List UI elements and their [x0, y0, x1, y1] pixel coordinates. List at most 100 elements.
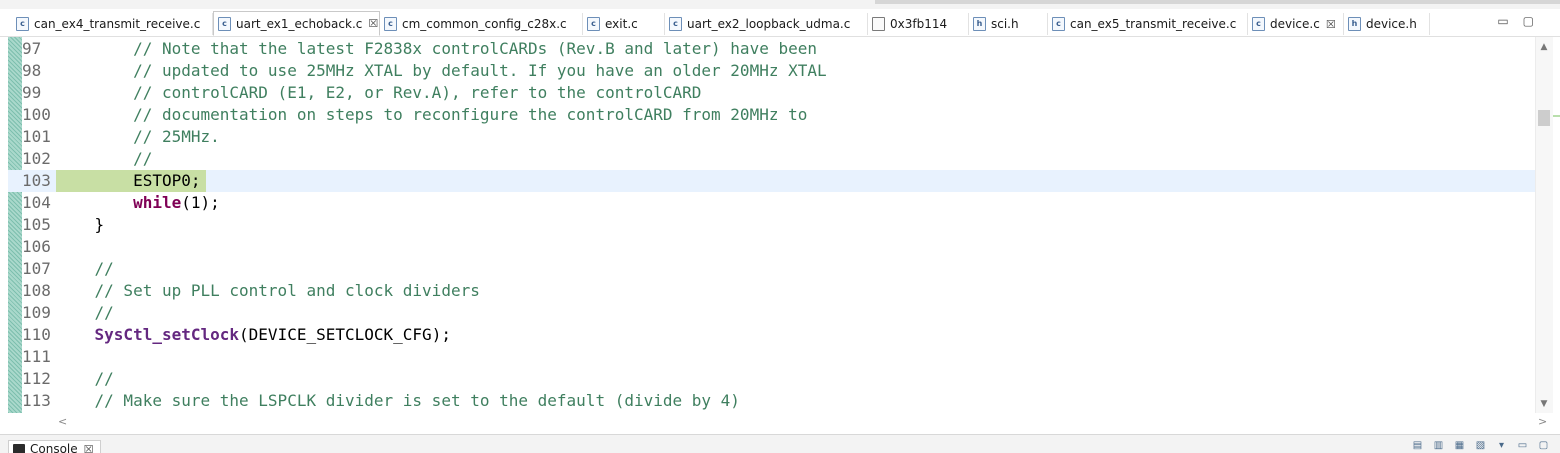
h-file-icon: h: [973, 17, 986, 31]
open-console-icon[interactable]: ▧: [1474, 439, 1487, 452]
tab-label: device.c: [1270, 17, 1320, 31]
code-text[interactable]: // Make sure the LSPCLK divider is set t…: [56, 390, 740, 412]
close-icon[interactable]: ☒: [368, 17, 378, 30]
code-token: (DEVICE_SETCLOCK_CFG);: [239, 325, 451, 344]
tab-label: cm_common_config_c28x.c: [402, 17, 567, 31]
tab-sci-h[interactable]: h sci.h: [969, 13, 1048, 35]
console-toolbar: ▤ ▥ ▦ ▧ ▾ ▭ ▢: [1411, 439, 1550, 452]
editor-horizontal-scrollbar[interactable]: < >: [48, 413, 1553, 431]
maximize-icon[interactable]: ▢: [1523, 14, 1548, 28]
c-file-icon: c: [384, 17, 397, 31]
tab-exit-c[interactable]: c exit.c: [583, 13, 665, 35]
console-tab[interactable]: Console ☒: [8, 440, 101, 453]
top-panel-scrollbar[interactable]: [875, 0, 1560, 4]
code-token: (1);: [181, 193, 220, 212]
top-panel-remnant: [0, 0, 1560, 9]
tab-uart-ex2-loopback-udma-c[interactable]: c uart_ex2_loopback_udma.c: [665, 13, 868, 35]
c-file-icon: c: [587, 17, 600, 31]
editor-tab-bar: ▭▢ c can_ex4_transmit_receive.c c uart_ex1_…: [0, 9, 1560, 37]
code-text[interactable]: // 25MHz.: [56, 126, 220, 148]
console-icon: [13, 444, 25, 453]
maximize-console-icon[interactable]: ▢: [1537, 439, 1550, 452]
code-line[interactable]: 102 //: [8, 148, 1535, 170]
code-line[interactable]: 107 //: [8, 258, 1535, 280]
tab-cm-common-config-c28x-c[interactable]: c cm_common_config_c28x.c: [380, 13, 583, 35]
comment-token: // Set up PLL control and clock dividers: [94, 281, 480, 300]
pin-console-icon[interactable]: ▦: [1453, 439, 1466, 452]
minimize-console-icon[interactable]: ▭: [1516, 439, 1529, 452]
code-line[interactable]: 112 //: [8, 368, 1535, 390]
code-line[interactable]: 98 // updated to use 25MHz XTAL by defau…: [8, 60, 1535, 82]
code-line[interactable]: 111: [8, 346, 1535, 368]
tab-label: can_ex5_transmit_receive.c: [1070, 17, 1237, 31]
code-line[interactable]: 101 // 25MHz.: [8, 126, 1535, 148]
code-line[interactable]: 109 //: [8, 302, 1535, 324]
code-line[interactable]: 104 while(1);: [8, 192, 1535, 214]
tab-label: 0x3fb114: [890, 17, 948, 31]
close-icon[interactable]: ☒: [84, 443, 94, 453]
code-text[interactable]: ESTOP0;: [56, 170, 200, 192]
code-text[interactable]: //: [56, 368, 114, 390]
code-editor[interactable]: 97 // Note that the latest F2838x contro…: [8, 37, 1535, 413]
tabbar-window-controls[interactable]: ▭▢: [1497, 14, 1548, 28]
memory-file-icon: [872, 17, 885, 31]
code-line[interactable]: 110 SysCtl_setClock(DEVICE_SETCLOCK_CFG)…: [8, 324, 1535, 346]
display-selected-console-icon[interactable]: ▥: [1432, 439, 1445, 452]
code-text[interactable]: // Note that the latest F2838x controlCA…: [56, 38, 817, 60]
console-tab-label: Console: [30, 442, 78, 453]
overview-ruler-mark[interactable]: [1553, 115, 1560, 117]
line-number: 106: [22, 237, 51, 256]
tab-label: exit.c: [605, 17, 638, 31]
copy-icon[interactable]: ▤: [1411, 439, 1424, 452]
c-file-icon: c: [1052, 17, 1065, 31]
tab-label: sci.h: [991, 17, 1019, 31]
code-text[interactable]: //: [56, 148, 152, 170]
scroll-right-icon[interactable]: >: [1538, 415, 1547, 428]
tab-uart-ex1-echoback-c[interactable]: c uart_ex1_echoback.c ☒: [213, 11, 380, 36]
code-line[interactable]: 105 }: [8, 214, 1535, 236]
tab-device-c[interactable]: c device.c ☒: [1248, 13, 1344, 35]
tab-0x3fb114[interactable]: 0x3fb114: [868, 13, 969, 35]
code-line[interactable]: 100 // documentation on steps to reconfi…: [8, 104, 1535, 126]
minimize-icon[interactable]: ▭: [1497, 14, 1522, 28]
code-line[interactable]: 108 // Set up PLL control and clock divi…: [8, 280, 1535, 302]
code-line[interactable]: 97 // Note that the latest F2838x contro…: [8, 38, 1535, 60]
scroll-up-icon[interactable]: ▲: [1538, 42, 1550, 52]
code-line[interactable]: 103 ESTOP0;: [8, 170, 1535, 192]
h-file-icon: h: [1348, 17, 1361, 31]
comment-token: // 25MHz.: [133, 127, 220, 146]
tab-device-h[interactable]: h device.h: [1344, 13, 1430, 35]
scroll-down-icon[interactable]: ▼: [1538, 399, 1550, 409]
ide-window: ▭▢ c can_ex4_transmit_receive.c c uart_ex1_…: [0, 0, 1560, 453]
code-line[interactable]: 106: [8, 236, 1535, 258]
comment-token: //: [94, 369, 114, 388]
console-panel-header: Console ☒ ▤ ▥ ▦ ▧ ▾ ▭ ▢: [0, 434, 1560, 453]
code-text[interactable]: //: [56, 302, 114, 324]
c-file-icon: c: [1252, 17, 1265, 31]
overview-ruler[interactable]: [1553, 37, 1560, 413]
tab-can-ex5-transmit-receive-c[interactable]: c can_ex5_transmit_receive.c: [1048, 13, 1248, 35]
scrollbar-thumb[interactable]: [1538, 110, 1550, 126]
code-text[interactable]: // Set up PLL control and clock dividers: [56, 280, 480, 302]
view-menu-icon[interactable]: ▾: [1495, 439, 1508, 452]
code-text[interactable]: while(1);: [56, 192, 220, 214]
code-text[interactable]: // controlCARD (E1, E2, or Rev.A), refer…: [56, 82, 701, 104]
scroll-left-icon[interactable]: <: [58, 415, 67, 428]
code-line[interactable]: 99 // controlCARD (E1, E2, or Rev.A), re…: [8, 82, 1535, 104]
code-text[interactable]: // updated to use 25MHz XTAL by default.…: [56, 60, 827, 82]
tab-can-ex4-transmit-receive-c[interactable]: c can_ex4_transmit_receive.c: [12, 13, 213, 35]
code-text[interactable]: }: [56, 214, 105, 236]
code-token: }: [56, 215, 105, 234]
code-text[interactable]: // documentation on steps to reconfigure…: [56, 104, 807, 126]
code-text[interactable]: //: [56, 258, 114, 280]
code-text[interactable]: SysCtl_setClock(DEVICE_SETCLOCK_CFG);: [56, 324, 451, 346]
close-icon[interactable]: ☒: [1326, 18, 1336, 31]
code-line[interactable]: 113 // Make sure the LSPCLK divider is s…: [8, 390, 1535, 412]
editor-vertical-scrollbar[interactable]: ▲ ▼: [1535, 37, 1553, 413]
